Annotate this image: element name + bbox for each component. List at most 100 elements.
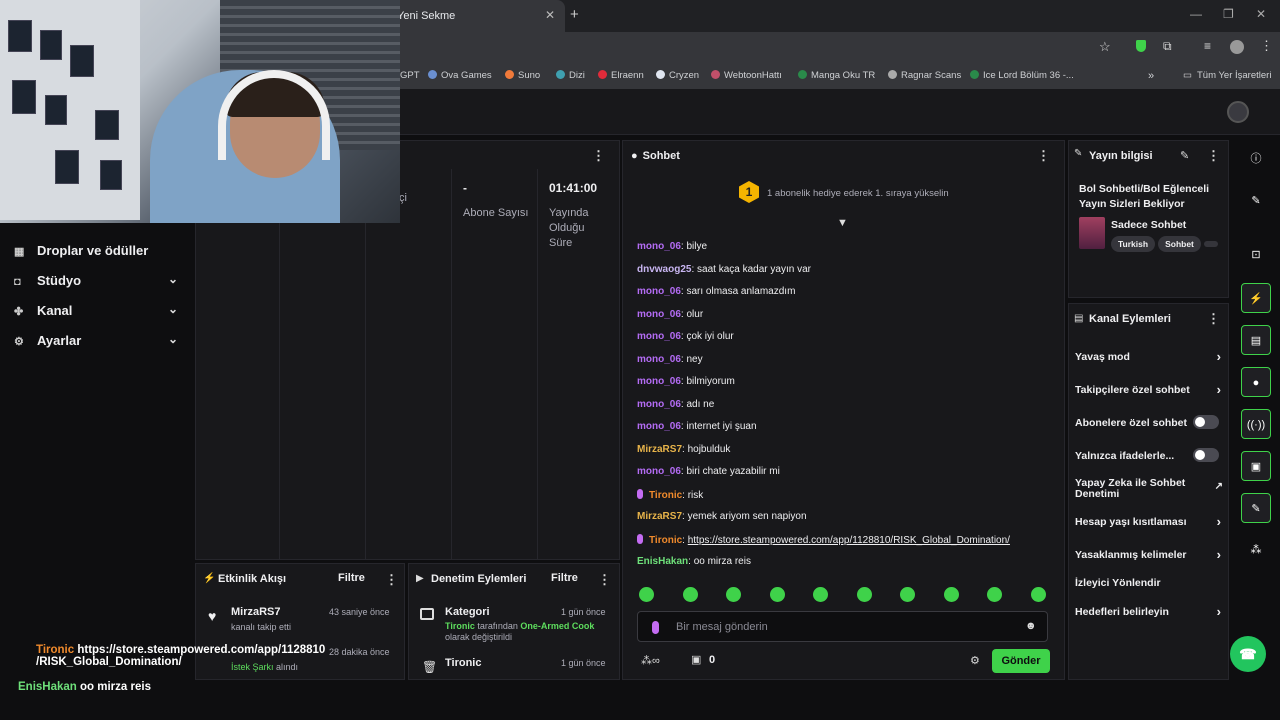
points-icon[interactable]: ⁂∞: [641, 654, 660, 667]
subscribers-only-toggle[interactable]: Abonelere özel sohbet: [1075, 415, 1225, 429]
sidebar-item-settings[interactable]: ⚙ Ayarlar ⌄: [14, 332, 184, 348]
more-options-icon[interactable]: ⋮: [598, 572, 611, 588]
chat-username[interactable]: mono_06: [637, 354, 681, 365]
chat-username[interactable]: mono_06: [637, 286, 681, 297]
emote-button[interactable]: [987, 587, 1002, 602]
slow-mode-action[interactable]: Yavaş mod ›: [1075, 349, 1225, 364]
dots-icon[interactable]: ⁂: [1241, 535, 1271, 565]
notes-icon[interactable]: ▤: [1241, 325, 1271, 355]
chat-message: Tironic: risk: [637, 488, 703, 502]
emote-button[interactable]: [639, 587, 654, 602]
chat-username[interactable]: Tironic: [649, 535, 682, 546]
chat-bubble-icon[interactable]: ●: [1241, 367, 1271, 397]
toggle-switch[interactable]: [1193, 448, 1219, 462]
chat-username[interactable]: MirzaRS7: [637, 444, 682, 455]
moderation-filter-button[interactable]: Filtre: [551, 572, 578, 584]
emote-button[interactable]: [856, 587, 872, 602]
banned-words-action[interactable]: Yasaklanmış kelimeler ›: [1075, 547, 1225, 562]
pinned-collapse-icon[interactable]: ▼: [837, 217, 848, 229]
emoji-icon[interactable]: ☻: [1025, 620, 1037, 632]
emote-button[interactable]: [900, 587, 915, 602]
gift-sub-banner[interactable]: 1 1 abonelik hediye ederek 1. sıraya yük…: [623, 171, 1064, 215]
more-options-icon[interactable]: ⋮: [385, 572, 398, 588]
restore-icon[interactable]: ❐: [1223, 7, 1234, 21]
more-options-icon[interactable]: ⋮: [1207, 148, 1220, 164]
bookmark-item[interactable]: Dizi: [556, 70, 585, 81]
minimize-icon[interactable]: —: [1190, 7, 1202, 21]
star-icon[interactable]: ☆: [1099, 39, 1111, 55]
emote-button[interactable]: [726, 587, 741, 602]
extensions-icon[interactable]: ⧉: [1163, 39, 1172, 54]
user-avatar[interactable]: [1227, 101, 1249, 123]
chat-username[interactable]: mono_06: [637, 421, 681, 432]
layout-icon[interactable]: ▣: [1241, 451, 1271, 481]
wrench-icon[interactable]: ✎: [1241, 493, 1271, 523]
send-button[interactable]: Gönder: [992, 649, 1050, 673]
chat-username[interactable]: EnisHakan: [637, 556, 688, 567]
bookmark-item[interactable]: Manga Oku TR: [798, 70, 875, 81]
menu-icon[interactable]: ⋮: [1260, 38, 1273, 54]
more-options-icon[interactable]: ⋮: [1207, 311, 1220, 327]
emote-button[interactable]: [682, 587, 698, 602]
chat-username[interactable]: dnvwaog25: [637, 264, 691, 275]
close-tab-icon[interactable]: ✕: [545, 8, 555, 22]
new-tab-button[interactable]: +: [570, 6, 579, 23]
screenshot-icon[interactable]: ⊡: [1241, 240, 1271, 270]
more-options-icon[interactable]: ⋮: [592, 148, 605, 164]
info-icon[interactable]: ⓘ: [1241, 144, 1271, 174]
gear-icon[interactable]: ⚙: [970, 654, 980, 667]
chat-username[interactable]: MirzaRS7: [637, 511, 682, 522]
raid-action[interactable]: İzleyici Yönlendir: [1075, 577, 1225, 589]
activity-filter-button[interactable]: Filtre: [338, 572, 365, 584]
event-time: 1 gün önce: [561, 607, 606, 617]
emote-button[interactable]: [943, 587, 959, 602]
bookmarks-overflow-icon[interactable]: »: [1148, 70, 1154, 82]
bookmark-item[interactable]: Ragnar Scans: [888, 70, 961, 81]
bookmark-item[interactable]: Ice Lord Bölüm 36 -...: [970, 70, 1074, 81]
chat-username[interactable]: mono_06: [637, 309, 681, 320]
profile-avatar[interactable]: [1230, 40, 1244, 54]
ai-moderation-action[interactable]: Yapay Zeka ile Sohbet Denetimi ↗: [1075, 478, 1223, 500]
chat-username[interactable]: mono_06: [637, 399, 681, 410]
media-icon[interactable]: ≡: [1204, 39, 1211, 53]
bookmark-item[interactable]: GPT: [400, 70, 420, 81]
toggle-switch[interactable]: [1193, 415, 1219, 429]
emote-button[interactable]: [769, 587, 785, 602]
bookmark-folder[interactable]: ▭ Tüm Yer İşaretleri: [1183, 70, 1271, 81]
microphone-icon[interactable]: [652, 621, 659, 634]
edit-icon[interactable]: ✎: [1241, 186, 1271, 216]
more-options-icon[interactable]: ⋮: [1037, 148, 1050, 164]
shield-icon[interactable]: [1136, 40, 1146, 52]
sidebar-item-drops[interactable]: ▦ Droplar ve ödüller: [14, 243, 184, 258]
emotes-only-toggle[interactable]: Yalnızca ifadelerle...: [1075, 448, 1225, 462]
support-headset-icon[interactable]: ☎: [1230, 636, 1266, 672]
bookmark-item[interactable]: Ova Games: [428, 70, 492, 81]
chat-input[interactable]: Bir mesaj gönderin ☻: [637, 611, 1048, 642]
broadcast-icon[interactable]: ((·)): [1241, 409, 1271, 439]
goals-action[interactable]: Hedefleri belirleyin ›: [1075, 604, 1225, 619]
gift-icon[interactable]: ▣: [691, 653, 701, 666]
chat-username[interactable]: mono_06: [637, 376, 681, 387]
bookmark-item[interactable]: Elraenn: [598, 70, 644, 81]
account-age-action[interactable]: Hesap yaşı kısıtlaması ›: [1075, 514, 1225, 529]
tag-chip[interactable]: [1203, 241, 1218, 247]
followers-only-action[interactable]: Takipçilere özel sohbet ›: [1075, 382, 1225, 397]
emote-button[interactable]: [813, 587, 828, 602]
browser-tab[interactable]: Yeni Sekme ✕: [385, 0, 565, 32]
chat-username[interactable]: Tironic: [649, 490, 682, 501]
tag-chip[interactable]: Turkish: [1111, 236, 1156, 252]
emote-button[interactable]: [1030, 587, 1046, 602]
bookmark-item[interactable]: Suno: [505, 70, 540, 81]
chat-username[interactable]: mono_06: [637, 466, 681, 477]
chat-username[interactable]: mono_06: [637, 331, 681, 342]
close-window-icon[interactable]: ✕: [1256, 7, 1266, 21]
tag-chip[interactable]: Sohbet: [1158, 236, 1201, 252]
chat-link[interactable]: https://store.steampowered.com/app/11288…: [688, 535, 1010, 546]
chat-username[interactable]: mono_06: [637, 241, 681, 252]
sidebar-item-channel[interactable]: ✤ Kanal ⌄: [14, 302, 184, 318]
edit-icon[interactable]: ✎: [1180, 149, 1189, 162]
bookmark-item[interactable]: WebtoonHattı: [711, 70, 782, 81]
lightning-icon[interactable]: ⚡: [1241, 283, 1271, 313]
bookmark-item[interactable]: Cryzen: [656, 70, 699, 81]
sidebar-item-studio[interactable]: ◘ Stüdyo ⌄: [14, 272, 184, 288]
